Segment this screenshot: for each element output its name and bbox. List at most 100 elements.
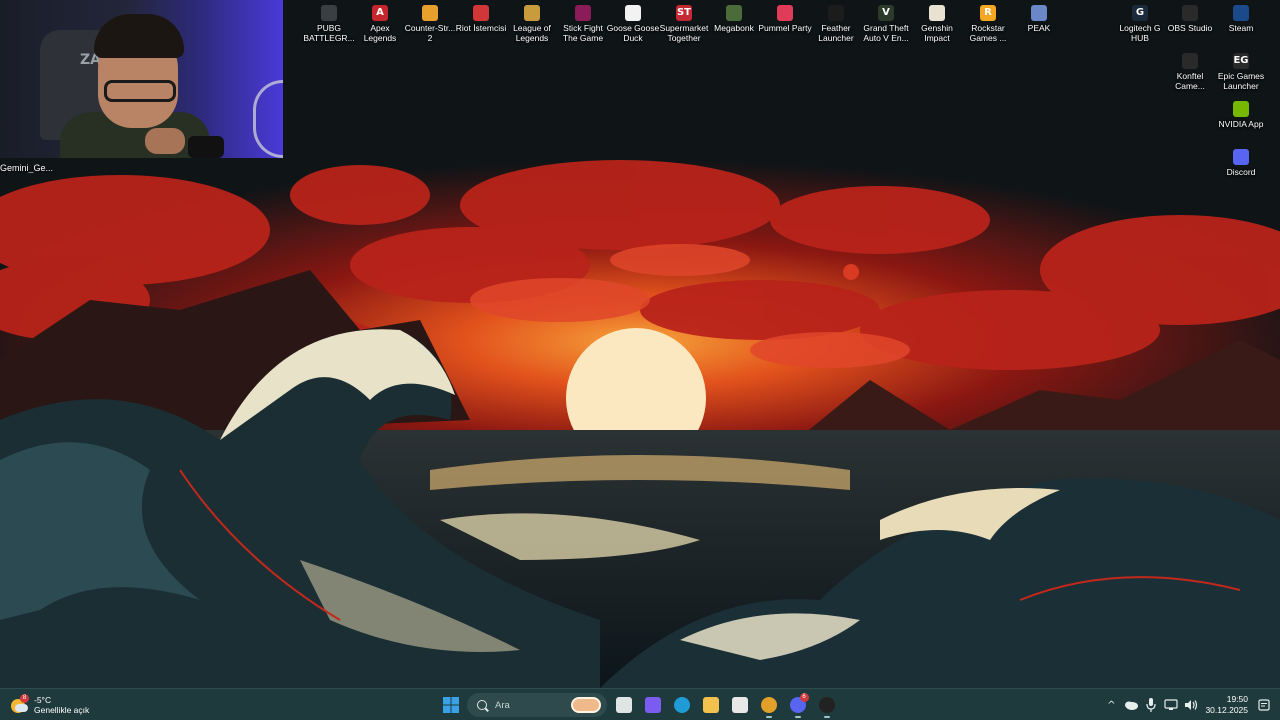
search-icon [477,700,487,710]
desktop-icon-label: League of Legends [513,23,551,43]
desktop-icon-pubg[interactable]: PUBG BATTLEGR... [302,5,356,43]
desktop-icon-konftel[interactable]: Konftel Came... [1163,53,1217,91]
taskbar: 8 -5°C Genellikle açık Ara 6 ^ 19:50 30.… [0,688,1280,720]
taskbar-app-edge[interactable] [668,691,696,719]
supermarket-icon: ST [676,5,692,21]
weather-badge: 8 [20,694,29,703]
desktop-icon-label: Epic Games Launcher [1217,71,1265,91]
system-tray: ^ 19:50 30.12.2025 [1101,689,1280,720]
network-icon[interactable] [1161,695,1181,715]
desktop-icon-label: Megabonk [714,23,754,33]
desktop-icon-feather[interactable]: Feather Launcher [809,5,863,43]
desktop-icon-megabonk[interactable]: Megabonk [707,5,761,33]
running-indicator [765,716,772,718]
weather-temp: -5°C [34,695,52,705]
microphone [188,136,224,158]
obs-icon [1182,5,1198,21]
desktop-icon-supermarket[interactable]: ST Supermarket Together [657,5,711,43]
desktop-icon-label: OBS Studio [1167,23,1213,33]
running-indicator [823,716,830,718]
taskbar-app-obs[interactable] [813,691,841,719]
desktop-icon-label: PUBG BATTLEGR... [303,23,355,43]
taskbar-app-chrome[interactable] [755,691,783,719]
desktop-icon-apex[interactable]: A Apex Legends [353,5,407,43]
desktop-icon-steam[interactable]: Steam [1214,5,1268,33]
windows-start-icon [442,697,459,713]
desktop-icon-obs[interactable]: OBS Studio [1163,5,1217,33]
desktop-icon-riot[interactable]: Riot İstemcisi [454,5,508,33]
feather-icon [828,5,844,21]
league-icon [524,5,540,21]
discord-icon [1233,149,1249,165]
store-icon [731,697,748,713]
folder-icon [702,697,719,713]
desktop-icon-peak[interactable]: PEAK [1012,5,1066,33]
desktop-icon-label: Supermarket Together [659,23,709,43]
desktop-icon-label: Discord [1226,167,1256,177]
riot-icon [473,5,489,21]
nvidia-icon [1233,101,1249,117]
desktop-icon-nvidia[interactable]: NVIDIA App [1214,101,1268,129]
webcam-overlay: ZA [0,0,283,158]
weather-widget[interactable]: 8 -5°C Genellikle açık [10,693,89,717]
desktop-icon-lol[interactable]: League of Legends [505,5,559,43]
taskbar-app-discord[interactable]: 6 [784,691,812,719]
pubg-icon [321,5,337,21]
notification-icon[interactable] [1254,695,1274,715]
goose-icon [625,5,641,21]
onedrive-icon[interactable] [1121,695,1141,715]
desktop-icon-label: Genshin Impact [921,23,953,43]
desktop-icon-stick-fight[interactable]: Stick Fight The Game [556,5,610,43]
desktop-icon-label: Goose Goose Duck [606,23,660,43]
desktop-icon-label: Stick Fight The Game [562,23,604,43]
task-view-icon [615,697,632,713]
desktop-icon-genshin[interactable]: Genshin Impact [910,5,964,43]
steam-icon [1233,5,1249,21]
desktop-icon-label: Rockstar Games ... [969,23,1007,43]
copilot-icon [644,697,661,713]
webcam-file-label[interactable]: Gemini_Ge... [0,163,60,173]
pummel-party-icon [777,5,793,21]
desktop-icon-label: Logitech G HUB [1119,23,1161,43]
megabonk-icon [726,5,742,21]
microphone-icon[interactable] [1141,695,1161,715]
glasses [104,80,176,102]
desktop-icon-label: Apex Legends [363,23,397,43]
desktop-icon-counter-strike[interactable]: Counter-Str... 2 [403,5,457,43]
desktop-icon-label: NVIDIA App [1218,119,1264,129]
desktop-icon-pummel[interactable]: Pummel Party [758,5,812,33]
taskbar-app-file-explorer[interactable] [697,691,725,719]
edge-icon [673,697,690,713]
apex-icon: A [372,5,388,21]
person-hands [145,128,185,154]
chrome-icon [760,697,777,713]
epic-games-icon: EG [1233,53,1249,69]
weather-condition: Genellikle açık [34,705,90,715]
desktop-icon-discord-desk[interactable]: Discord [1214,149,1268,177]
ring-light [253,80,283,158]
search-placeholder: Ara [495,699,510,711]
desktop-icon-epic[interactable]: EG Epic Games Launcher [1214,53,1268,91]
desktop-icon-goose[interactable]: Goose Goose Duck [606,5,660,43]
weather-icon: 8 [10,694,29,714]
taskbar-app-store[interactable] [726,691,754,719]
search-highlight-image [571,697,601,713]
volume-icon[interactable] [1181,695,1201,715]
counter-strike-icon [422,5,438,21]
taskbar-apps: Ara 6 [436,689,841,720]
konftel-icon [1182,53,1198,69]
person-hair [94,14,184,58]
start-button[interactable] [437,691,465,719]
clock-date: 30.12.2025 [1205,705,1248,715]
taskbar-app-task-view[interactable] [610,691,638,719]
desktop-icon-gta[interactable]: V Grand Theft Auto V En... [859,5,913,43]
genshin-icon [929,5,945,21]
desktop-icon-rockstar[interactable]: R Rockstar Games ... [961,5,1015,43]
desktop-icon-label: Feather Launcher [818,23,854,43]
desktop-icon-label: Steam [1228,23,1254,33]
tray-chevron-icon[interactable]: ^ [1101,695,1121,715]
desktop-icon-logitech[interactable]: G Logitech G HUB [1113,5,1167,43]
taskbar-search-box[interactable]: Ara [467,693,607,717]
clock[interactable]: 19:50 30.12.2025 [1205,694,1248,716]
taskbar-app-copilot[interactable] [639,691,667,719]
